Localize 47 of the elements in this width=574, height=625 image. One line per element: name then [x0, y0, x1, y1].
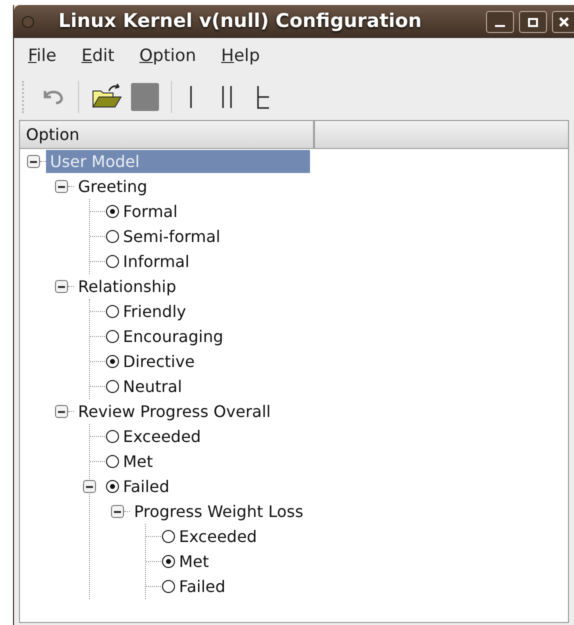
window-title: Linux Kernel v(null) Configuration [58, 9, 422, 34]
collapse-icon[interactable] [27, 155, 40, 168]
option-label[interactable]: Exceeded [175, 525, 261, 548]
radio-button[interactable] [106, 480, 119, 493]
collapse-icon[interactable] [55, 280, 68, 293]
menu-item[interactable]: Help [221, 44, 260, 70]
collapse-icon[interactable] [55, 180, 68, 193]
tree-node[interactable]: Greeting [74, 175, 152, 198]
column-header[interactable]: Option [20, 121, 315, 149]
tree-node[interactable]: Relationship [74, 275, 180, 298]
radio-button[interactable] [106, 230, 119, 243]
radio-button[interactable] [106, 205, 119, 218]
option-label[interactable]: Friendly [119, 300, 190, 323]
option-label[interactable]: Informal [119, 250, 194, 273]
radio-button[interactable] [162, 530, 175, 543]
close-button[interactable] [552, 11, 574, 33]
menu-item[interactable]: Option [139, 44, 196, 70]
collapse-icon[interactable] [55, 405, 68, 418]
menu-item[interactable]: File [28, 44, 56, 70]
option-label[interactable]: Met [175, 550, 213, 573]
option-label[interactable]: Exceeded [119, 425, 205, 448]
radio-button[interactable] [106, 330, 119, 343]
toolbar-grip[interactable] [22, 81, 26, 113]
radio-button[interactable] [106, 455, 119, 468]
collapse-icon[interactable] [111, 505, 124, 518]
radio-button[interactable] [106, 305, 119, 318]
tree-node[interactable]: Review Progress Overall [74, 400, 275, 423]
radio-button[interactable] [106, 380, 119, 393]
option-label[interactable]: Failed [119, 475, 174, 498]
option-label[interactable]: Formal [119, 200, 182, 223]
radio-button[interactable] [162, 580, 175, 593]
radio-button[interactable] [106, 255, 119, 268]
option-label[interactable]: Neutral [119, 375, 186, 398]
radio-button[interactable] [106, 355, 119, 368]
option-label[interactable]: Semi-formal [119, 225, 224, 248]
option-label[interactable]: Failed [175, 575, 230, 598]
option-label[interactable]: Met [119, 450, 157, 473]
close-icon [558, 16, 570, 28]
radio-button[interactable] [162, 555, 175, 568]
collapse-icon[interactable] [83, 480, 96, 493]
maximize-button[interactable] [519, 11, 547, 33]
option-label[interactable]: Directive [119, 350, 199, 373]
menu-item[interactable]: Edit [81, 44, 114, 70]
radio-button[interactable] [106, 430, 119, 443]
option-label[interactable]: Encouraging [119, 325, 228, 348]
tree-node[interactable]: Progress Weight Loss [130, 500, 308, 523]
minimize-button[interactable] [486, 11, 514, 33]
